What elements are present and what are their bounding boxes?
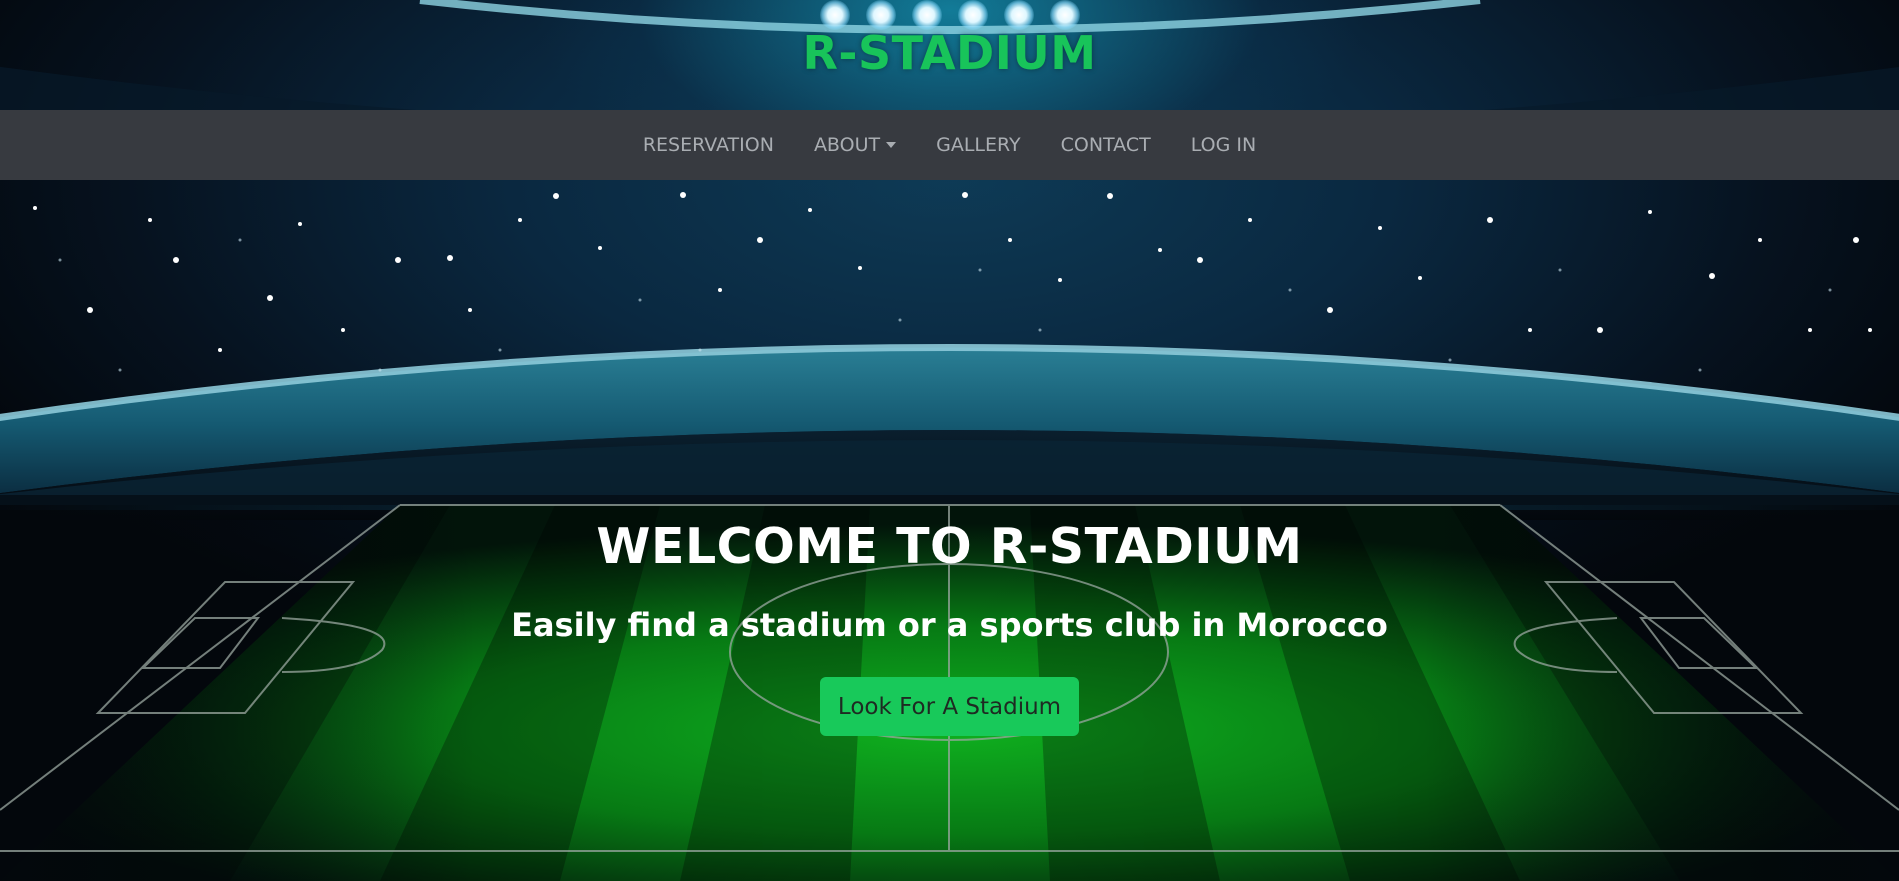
nav-item-label: RESERVATION	[642, 134, 774, 156]
landing-page: R-STADIUM RESERVATION ABOUT GALLERY CONT…	[0, 0, 1899, 881]
nav-item-label: CONTACT	[1060, 134, 1151, 156]
nav-item-reservation[interactable]: RESERVATION	[623, 134, 794, 156]
nav-item-gallery[interactable]: GALLERY	[916, 134, 1041, 156]
site-logo[interactable]: R-STADIUM	[0, 26, 1899, 80]
starfield	[33, 192, 1872, 372]
look-for-stadium-button[interactable]: Look For A Stadium	[820, 677, 1079, 736]
hero-title: WELCOME TO R-STADIUM	[596, 518, 1303, 575]
nav-item-contact[interactable]: CONTACT	[1041, 134, 1171, 156]
nav-item-about-dropdown[interactable]: ABOUT	[794, 134, 916, 156]
nav-item-login[interactable]: LOG IN	[1171, 134, 1276, 156]
hero-subtitle: Easily find a stadium or a sports club i…	[511, 606, 1388, 644]
nav-item-label: ABOUT	[813, 134, 881, 156]
nav-item-label: LOG IN	[1190, 134, 1257, 156]
caret-down-icon	[886, 142, 897, 148]
main-navbar: RESERVATION ABOUT GALLERY CONTACT LOG IN	[0, 110, 1899, 180]
nav-item-label: GALLERY	[936, 134, 1021, 156]
